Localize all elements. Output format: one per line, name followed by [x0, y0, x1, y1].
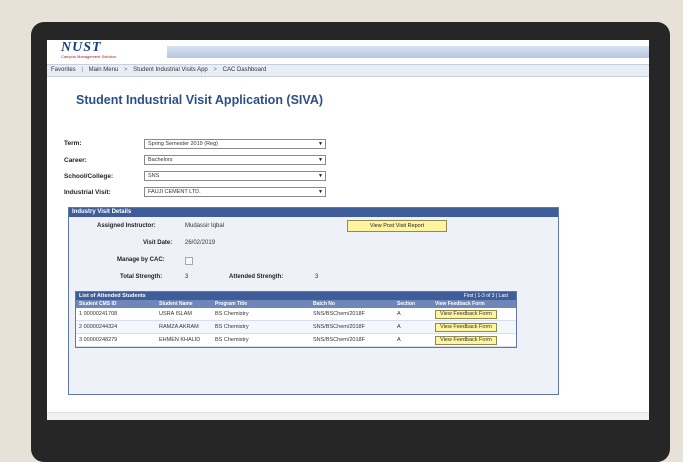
name-cell: EHMEN KHALID — [159, 337, 201, 343]
header-bar — [167, 46, 649, 58]
program-cell: BS Chemistry — [215, 324, 249, 330]
instructor-value: Mudassir Iqbal — [185, 223, 225, 229]
breadcrumb-separator: > — [213, 67, 217, 73]
dropdown-arrow-icon: ▼ — [318, 189, 323, 195]
col-header-batch[interactable]: Batch No — [313, 300, 397, 308]
grid-body: 1 00000241708 USRA ISLAM BS Chemistry SN… — [76, 308, 516, 347]
col-header-cms-id[interactable]: Student CMS ID — [76, 300, 159, 308]
view-feedback-form-button[interactable]: View Feedback Form — [435, 323, 497, 332]
visit-select[interactable]: FAUJI CEMENT LTD. ▼ — [144, 187, 326, 197]
manage-by-cac-label: Manage by CAC: — [117, 257, 165, 263]
cms-id-cell: 2 00000244324 — [76, 321, 159, 333]
attended-students-grid: List of Attended Students First | 1-3 of… — [75, 291, 517, 348]
section-cell: A — [397, 311, 401, 317]
career-value: Bachelors — [148, 157, 173, 163]
term-label: Term: — [64, 140, 82, 147]
table-row: 1 00000241708 USRA ISLAM BS Chemistry SN… — [76, 308, 516, 321]
batch-cell: SNS/BSChem/2018F — [313, 311, 365, 317]
section-cell: A — [397, 324, 401, 330]
industry-visit-details: Industry Visit Details Assigned Instruct… — [68, 207, 559, 395]
visit-label: Industrial Visit: — [64, 189, 111, 196]
col-header-program[interactable]: Program Title — [215, 300, 313, 308]
feedback-cell: View Feedback Form — [435, 321, 516, 333]
grid-title-text: List of Attended Students — [79, 293, 146, 299]
grid-pagination[interactable]: First | 1-3 of 3 | Last — [464, 292, 508, 300]
page-title: Student Industrial Visit Application (SI… — [76, 93, 324, 107]
dropdown-arrow-icon: ▼ — [318, 173, 323, 179]
visit-date-label: Visit Date: — [143, 240, 173, 246]
career-label: Career: — [64, 157, 87, 164]
row-index: 1 — [79, 311, 83, 317]
nav-main-menu[interactable]: Main Menu — [89, 67, 119, 73]
section-cell: A — [397, 337, 401, 343]
dropdown-arrow-icon: ▼ — [318, 141, 323, 147]
school-value: SNS — [148, 173, 160, 179]
name-cell: USRA ISLAM — [159, 311, 193, 317]
cms-id-cell: 3 00000248279 — [76, 334, 159, 346]
logo-subtext: Campus Management Solution — [61, 54, 116, 59]
program-cell: BS Chemistry — [215, 337, 249, 343]
cms-id: 00000248279 — [83, 337, 118, 343]
nav-favorites[interactable]: Favorites — [51, 67, 76, 73]
total-strength-value: 3 — [185, 274, 189, 280]
batch-cell: SNS/BSChem/2018F — [313, 337, 365, 343]
attended-strength-value: 3 — [315, 274, 319, 280]
table-row: 2 00000244324 RAMZA AKRAM BS Chemistry S… — [76, 321, 516, 334]
school-select[interactable]: SNS ▼ — [144, 171, 326, 181]
attended-strength-label: Attended Strength: — [229, 274, 284, 280]
nav-student-industrial-visits[interactable]: Student Industrial Visits App — [133, 67, 208, 73]
cms-id: 00000241708 — [83, 311, 118, 317]
page-footer — [47, 412, 649, 420]
cms-id-cell: 1 00000241708 — [76, 308, 159, 320]
view-post-visit-report-button[interactable]: View Post Visit Report — [347, 220, 447, 232]
visit-value: FAUJI CEMENT LTD. — [148, 189, 201, 195]
school-label: School/College: — [64, 173, 114, 180]
nust-logo: NUST Campus Management Solution — [61, 40, 116, 59]
total-strength-label: Total Strength: — [120, 274, 163, 280]
col-header-feedback: View Feedback Form — [435, 301, 485, 307]
col-header-section[interactable]: Section — [397, 300, 435, 308]
section-header: Industry Visit Details — [69, 208, 558, 217]
breadcrumb-separator: | — [81, 67, 83, 73]
row-index: 3 — [79, 337, 83, 343]
table-row: 3 00000248279 EHMEN KHALID BS Chemistry … — [76, 334, 516, 347]
grid-title: List of Attended Students First | 1-3 of… — [76, 292, 516, 300]
breadcrumb-separator: > — [123, 67, 128, 73]
row-index: 2 — [79, 324, 83, 330]
visit-date-value: 26/02/2019 — [185, 240, 216, 246]
dropdown-arrow-icon: ▼ — [318, 157, 323, 163]
name-cell: RAMZA AKRAM — [159, 324, 199, 330]
nav-cac-dashboard[interactable]: CAC Dashboard — [223, 67, 267, 73]
browser-screen: NUST Campus Management Solution Favorite… — [47, 40, 649, 420]
term-select[interactable]: Spring Semester 2019 (Reg) ▼ — [144, 139, 326, 149]
col-header-name[interactable]: Student Name — [159, 300, 215, 308]
breadcrumb: Favorites | Main Menu > Student Industri… — [47, 64, 649, 77]
view-feedback-form-button[interactable]: View Feedback Form — [435, 310, 497, 319]
program-cell: BS Chemistry — [215, 311, 249, 317]
term-value: Spring Semester 2019 (Reg) — [148, 141, 219, 147]
instructor-label: Assigned Instructor: — [97, 223, 156, 229]
batch-cell: SNS/BSChem/2018F — [313, 324, 365, 330]
career-select[interactable]: Bachelors ▼ — [144, 155, 326, 165]
view-feedback-form-button[interactable]: View Feedback Form — [435, 336, 497, 345]
manage-by-cac-checkbox[interactable] — [185, 257, 193, 265]
feedback-cell: View Feedback Form — [435, 308, 516, 320]
cms-id: 00000244324 — [83, 324, 118, 330]
grid-header-row: Student CMS ID Student Name Program Titl… — [76, 300, 516, 308]
feedback-cell: View Feedback Form — [435, 334, 516, 346]
